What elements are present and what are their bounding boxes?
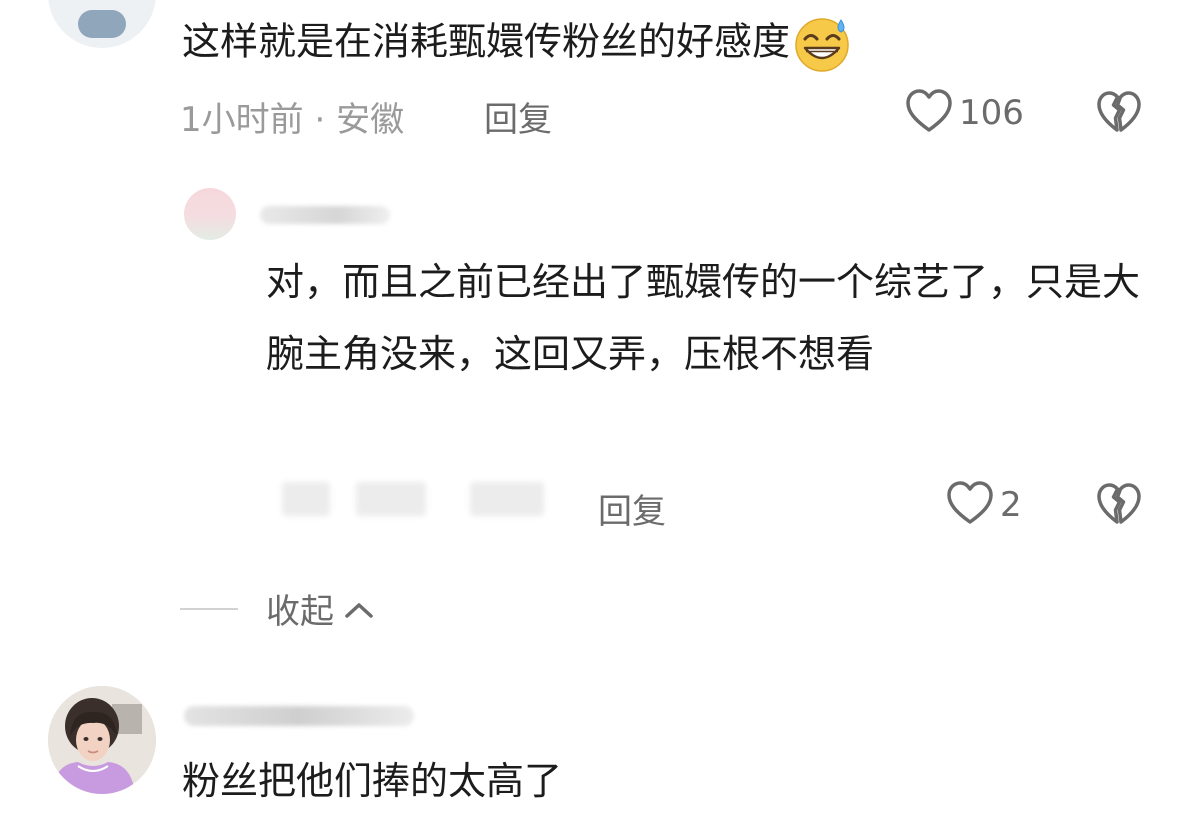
heart-outline-icon	[946, 480, 994, 530]
commenter-avatar[interactable]	[48, 0, 156, 48]
chevron-up-icon	[344, 589, 374, 629]
dislike-button[interactable]	[1096, 90, 1142, 138]
reply-avatar[interactable]	[184, 188, 236, 240]
comment-location: 安徽	[336, 100, 405, 140]
commenter-username-blurred	[184, 706, 414, 726]
heart-outline-icon	[905, 88, 953, 138]
reply-time-blurred	[282, 482, 330, 516]
reply-button[interactable]: 回复	[598, 484, 666, 533]
collapse-divider	[180, 608, 238, 610]
avatar-photo	[48, 686, 156, 794]
commenter-avatar[interactable]	[48, 686, 156, 794]
collapse-label: 收起	[266, 592, 334, 632]
broken-heart-icon	[1096, 90, 1142, 138]
comment-text: 这样就是在消耗甄嬛传粉丝的好感度	[182, 19, 791, 64]
reply-text: 对，而且之前已经出了甄嬛传的一个综艺了，只是大腕主角没来，这回又弄，压根不想看	[266, 260, 1141, 376]
comment-text: 粉丝把他们捧的太高了	[182, 759, 563, 803]
reply-button[interactable]: 回复	[484, 92, 552, 141]
collapse-replies-button[interactable]: 收起	[266, 584, 374, 633]
meta-separator: ·	[314, 100, 326, 140]
reply-location-blurred	[470, 482, 544, 516]
like-count: 106	[959, 93, 1024, 133]
like-button[interactable]: 2	[946, 480, 1022, 530]
avatar-figure	[78, 10, 126, 38]
like-button[interactable]: 106	[905, 88, 1024, 138]
grinning-sweat-emoji-icon	[792, 14, 852, 74]
comment-meta: 1小时前 · 安徽	[180, 92, 404, 141]
like-count: 2	[1000, 485, 1022, 525]
comment-time: 1小时前	[180, 100, 304, 140]
reply-time-blurred	[356, 482, 426, 516]
dislike-button[interactable]	[1096, 482, 1142, 530]
reply-username-blurred	[260, 206, 390, 224]
broken-heart-icon	[1096, 482, 1142, 530]
comment-body: 这样就是在消耗甄嬛传粉丝的好感度	[182, 14, 852, 74]
